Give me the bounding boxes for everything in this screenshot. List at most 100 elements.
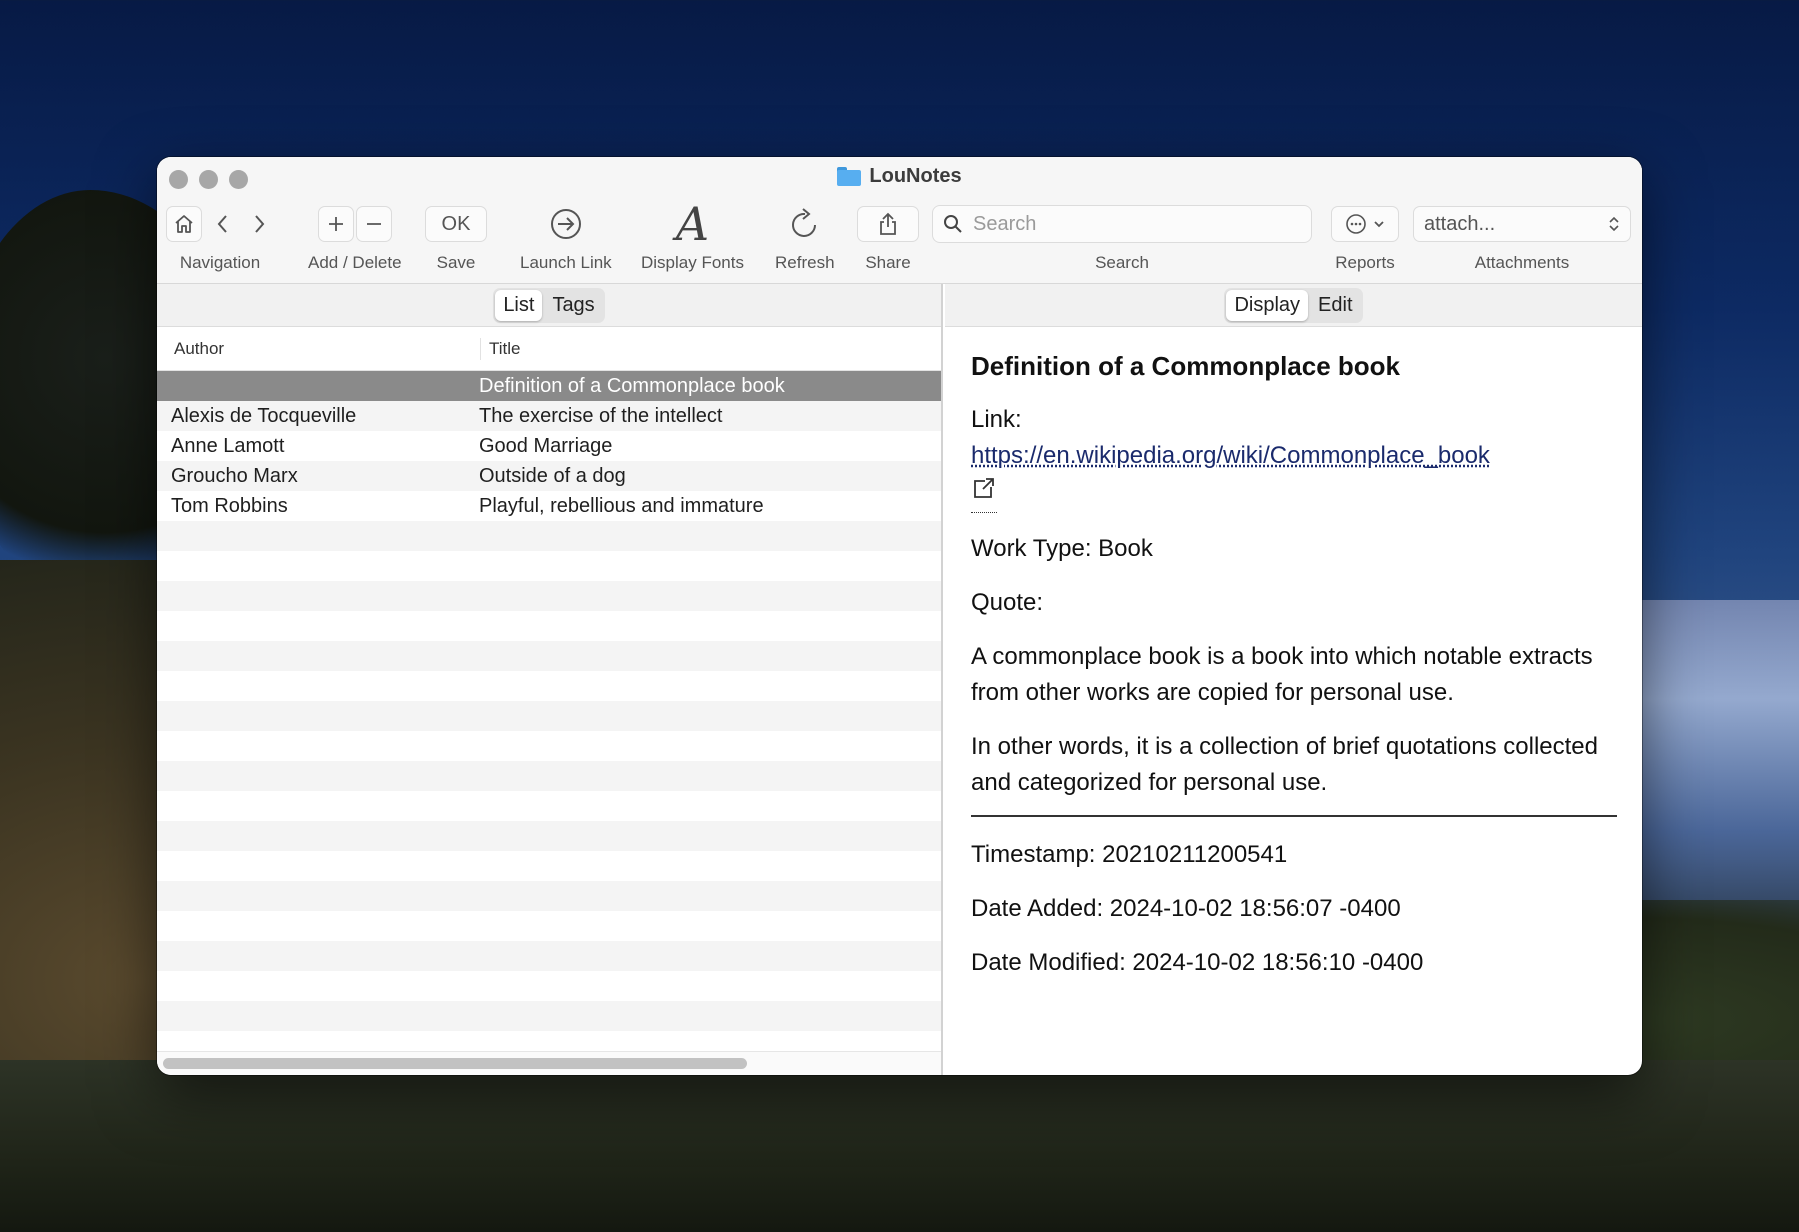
link-label: Link: bbox=[971, 406, 1022, 433]
cell-author: Anne Lamott bbox=[171, 434, 285, 457]
display-fonts-group: A Display Fonts bbox=[641, 197, 744, 273]
launch-link-label: Launch Link bbox=[520, 253, 612, 272]
empty-row bbox=[157, 911, 941, 941]
attachments-select[interactable]: attach... bbox=[1413, 206, 1631, 242]
empty-row bbox=[157, 671, 941, 701]
table-row[interactable]: Alexis de Tocqueville The exercise of th… bbox=[157, 401, 941, 431]
attachments-label: Attachments bbox=[1474, 253, 1570, 272]
cell-title: Playful, rebellious and immature bbox=[479, 494, 764, 517]
share-icon bbox=[880, 212, 896, 235]
table-row[interactable]: Anne Lamott Good Marriage bbox=[157, 431, 941, 461]
attachments-value: attach... bbox=[1424, 212, 1496, 235]
add-delete-group: Add / Delete bbox=[308, 206, 402, 273]
search-label: Search bbox=[1095, 253, 1149, 272]
list-tags-switcher: List Tags bbox=[157, 284, 941, 327]
updown-chevron-icon bbox=[1609, 216, 1619, 232]
table-row[interactable]: Groucho Marx Outside of a dog bbox=[157, 461, 941, 491]
work-type: Work Type: Book bbox=[971, 535, 1153, 562]
back-button[interactable] bbox=[208, 206, 238, 242]
refresh-icon bbox=[791, 208, 816, 237]
save-label: Save bbox=[436, 253, 476, 272]
empty-row bbox=[157, 1001, 941, 1031]
empty-row bbox=[157, 821, 941, 851]
note-title: Definition of a Commonplace book bbox=[971, 351, 1401, 381]
table-row[interactable]: Tom Robbins Playful, rebellious and imma… bbox=[157, 491, 941, 521]
empty-row bbox=[157, 851, 941, 881]
navigation-label: Navigation bbox=[179, 253, 261, 272]
note-display: Definition of a Commonplace book Link: h… bbox=[945, 327, 1642, 981]
note-detail-pane: Display Edit Definition of a Commonplace… bbox=[945, 284, 1642, 1075]
external-link-icon[interactable] bbox=[971, 476, 997, 513]
titlebar: LouNotes Navigation Add / Delete OK Save… bbox=[157, 157, 1642, 284]
table-row[interactable]: Definition of a Commonplace book bbox=[157, 371, 941, 401]
share-label: Share bbox=[865, 253, 911, 272]
empty-row bbox=[157, 701, 941, 731]
display-fonts-button[interactable]: A bbox=[670, 197, 715, 251]
cell-author: Groucho Marx bbox=[171, 464, 298, 487]
cell-title: Outside of a dog bbox=[479, 464, 626, 487]
empty-row bbox=[157, 971, 941, 1001]
refresh-label: Refresh bbox=[775, 253, 835, 272]
empty-row bbox=[157, 581, 941, 611]
column-header-title[interactable]: Title bbox=[481, 339, 521, 359]
home-icon bbox=[175, 215, 193, 233]
notes-table: Definition of a Commonplace book Alexis … bbox=[157, 371, 941, 1061]
column-header-author[interactable]: Author bbox=[157, 337, 481, 360]
empty-row bbox=[157, 521, 941, 551]
chevron-down-icon bbox=[1374, 221, 1384, 228]
cell-author: Tom Robbins bbox=[171, 494, 288, 517]
empty-row bbox=[157, 641, 941, 671]
search-group: Search Search bbox=[932, 205, 1312, 273]
add-button[interactable] bbox=[317, 206, 354, 242]
share-button[interactable] bbox=[857, 206, 919, 242]
font-icon: A bbox=[675, 197, 710, 251]
cell-author: Alexis de Tocqueville bbox=[171, 404, 357, 427]
save-group: OK Save bbox=[425, 206, 487, 273]
refresh-group: Refresh bbox=[775, 206, 835, 273]
tab-edit[interactable]: Edit bbox=[1310, 290, 1360, 321]
empty-row bbox=[157, 791, 941, 821]
add-delete-label: Add / Delete bbox=[308, 253, 402, 272]
launch-link-group: Launch Link bbox=[520, 206, 612, 273]
empty-row bbox=[157, 881, 941, 911]
reports-group: Reports bbox=[1331, 206, 1399, 273]
date-modified: Date Modified: 2024-10-02 18:56:10 -0400 bbox=[971, 949, 1424, 976]
scrollbar-thumb[interactable] bbox=[163, 1058, 747, 1069]
refresh-button[interactable] bbox=[783, 206, 827, 242]
quote-label: Quote: bbox=[971, 589, 1044, 616]
ellipsis-icon bbox=[1346, 214, 1366, 234]
reports-menu-button[interactable] bbox=[1331, 206, 1399, 242]
search-input[interactable]: Search bbox=[932, 205, 1312, 243]
cell-title: Good Marriage bbox=[479, 434, 613, 457]
forward-button[interactable] bbox=[244, 206, 274, 242]
horizontal-scrollbar[interactable] bbox=[157, 1051, 941, 1075]
save-button[interactable]: OK bbox=[425, 206, 487, 242]
folder-icon bbox=[837, 167, 862, 186]
delete-button[interactable] bbox=[355, 206, 392, 242]
home-button[interactable] bbox=[166, 206, 202, 242]
tab-display[interactable]: Display bbox=[1226, 289, 1309, 321]
plus-icon bbox=[328, 217, 343, 231]
empty-row bbox=[157, 731, 941, 761]
date-added: Date Added: 2024-10-02 18:56:07 -0400 bbox=[971, 895, 1401, 922]
empty-row bbox=[157, 941, 941, 971]
search-placeholder: Search bbox=[973, 212, 1037, 235]
search-icon bbox=[944, 215, 962, 233]
cell-title: The exercise of the intellect bbox=[479, 404, 723, 427]
empty-row bbox=[157, 611, 941, 641]
launch-link-button[interactable] bbox=[543, 206, 589, 242]
app-window: LouNotes Navigation Add / Delete OK Save… bbox=[157, 157, 1642, 1075]
navigation-group: Navigation bbox=[166, 206, 274, 273]
window-title: LouNotes bbox=[157, 165, 1642, 188]
minus-icon bbox=[366, 223, 381, 225]
note-list-pane: List Tags Author Title Definition of a C… bbox=[157, 284, 943, 1075]
note-link[interactable]: https://en.wikipedia.org/wiki/Commonplac… bbox=[971, 442, 1490, 469]
tab-list[interactable]: List bbox=[495, 289, 543, 321]
tab-tags[interactable]: Tags bbox=[544, 290, 602, 321]
chevron-right-icon bbox=[255, 215, 265, 233]
chevron-left-icon bbox=[217, 215, 227, 233]
quote-paragraph: In other words, it is a collection of br… bbox=[971, 733, 1598, 796]
launch-link-icon bbox=[550, 209, 581, 239]
attachments-group: attach... Attachments bbox=[1413, 206, 1631, 273]
quote-paragraph: A commonplace book is a book into which … bbox=[971, 643, 1593, 706]
